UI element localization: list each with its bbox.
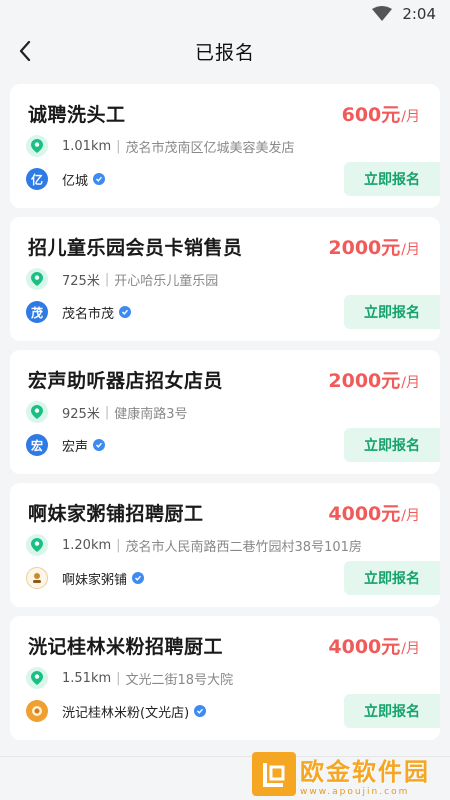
job-card[interactable]: 洸记桂林米粉招聘厨工 4000元/月 1.51km | 文光二街18号大院 洸记… [10, 616, 440, 740]
salary-amount: 600元 [341, 104, 401, 126]
watermark-url: www.apoujin.com [300, 786, 410, 797]
job-address: 文光二街18号大院 [125, 672, 234, 688]
company-logo [26, 567, 48, 589]
job-salary: 2000元/月 [328, 366, 420, 393]
job-address: 开心哈乐儿童乐园 [114, 273, 219, 289]
job-distance: 925米 [62, 406, 100, 422]
status-bar: 2:04 [0, 0, 450, 28]
job-list: 诚聘洗头工 600元/月 1.01km | 茂名市茂南区亿城美容美发店 亿 亿城… [10, 84, 440, 749]
header: 已报名 [0, 28, 450, 74]
job-salary: 600元/月 [342, 100, 420, 127]
job-address: 茂名市人民南路西二巷竹园村38号101房 [125, 539, 362, 555]
job-distance: 725米 [62, 273, 100, 289]
job-title: 宏声助听器店招女店员 [28, 370, 224, 392]
job-location: 1.51km | 文光二街18号大院 [26, 667, 233, 689]
apply-button[interactable]: 立即报名 [344, 561, 440, 595]
salary-unit: /月 [401, 375, 420, 391]
job-title: 啊妹家粥铺招聘厨工 [28, 503, 204, 525]
location-pin-icon [26, 401, 48, 423]
verified-check-icon [119, 306, 132, 318]
apply-button[interactable]: 立即报名 [344, 295, 440, 329]
job-location: 1.20km | 茂名市人民南路西二巷竹园村38号101房 [26, 534, 362, 556]
job-location: 925米 | 健康南路3号 [26, 401, 188, 423]
company-avatar: 亿 [26, 168, 48, 190]
job-location: 725米 | 开心哈乐儿童乐园 [26, 268, 218, 290]
separator: | [104, 404, 110, 420]
wifi-icon [372, 6, 393, 21]
job-salary: 4000元/月 [328, 632, 420, 659]
job-distance: 1.01km [62, 138, 112, 154]
job-company: 啊妹家粥铺 [26, 567, 145, 589]
verified-check-icon [93, 439, 106, 451]
company-name: 茂名市茂 [62, 306, 115, 322]
company-logo [26, 700, 48, 722]
job-card[interactable]: 招儿童乐园会员卡销售员 2000元/月 725米 | 开心哈乐儿童乐园 茂 茂名… [10, 217, 440, 341]
company-avatar: 茂 [26, 301, 48, 323]
job-title: 诚聘洗头工 [28, 104, 126, 126]
salary-unit: /月 [401, 508, 420, 524]
page-title: 已报名 [194, 41, 255, 64]
company-name: 宏声 [62, 439, 89, 455]
salary-amount: 4000元 [328, 503, 401, 525]
separator: | [116, 138, 121, 154]
back-button[interactable] [14, 38, 36, 64]
job-distance: 1.51km [62, 670, 112, 686]
job-address: 健康南路3号 [114, 406, 188, 422]
watermark-text: 欧金软件园 www.apoujin.com [300, 752, 430, 797]
job-company: 茂 茂名市茂 [26, 301, 132, 323]
apply-button[interactable]: 立即报名 [344, 162, 440, 196]
verified-check-icon [93, 173, 106, 185]
job-location: 1.01km | 茂名市茂南区亿城美容美发店 [26, 135, 295, 157]
job-salary: 4000元/月 [328, 499, 420, 526]
job-company: 洸记桂林米粉(文光店) [26, 700, 207, 722]
salary-amount: 2000元 [328, 370, 401, 392]
job-address: 茂名市茂南区亿城美容美发店 [125, 140, 295, 156]
salary-unit: /月 [401, 109, 420, 125]
location-pin-icon [26, 268, 48, 290]
job-title: 洸记桂林米粉招聘厨工 [28, 636, 224, 658]
watermark-logo-icon [252, 752, 296, 796]
job-card[interactable]: 啊妹家粥铺招聘厨工 4000元/月 1.20km | 茂名市人民南路西二巷竹园村… [10, 483, 440, 607]
job-card[interactable]: 诚聘洗头工 600元/月 1.01km | 茂名市茂南区亿城美容美发店 亿 亿城… [10, 84, 440, 208]
watermark: 欧金软件园 www.apoujin.com [252, 748, 450, 800]
job-salary: 2000元/月 [328, 233, 420, 260]
salary-amount: 2000元 [328, 237, 401, 259]
location-pin-icon [26, 534, 48, 556]
location-pin-icon [26, 135, 48, 157]
salary-amount: 4000元 [328, 636, 401, 658]
job-company: 亿 亿城 [26, 168, 106, 190]
verified-check-icon [194, 705, 207, 717]
company-name: 啊妹家粥铺 [62, 572, 128, 588]
separator: | [116, 670, 121, 686]
company-name: 洸记桂林米粉(文光店) [62, 705, 190, 721]
status-time: 2:04 [402, 5, 436, 23]
watermark-name: 欧金软件园 [300, 757, 430, 786]
separator: | [104, 271, 110, 287]
verified-check-icon [132, 572, 145, 584]
apply-button[interactable]: 立即报名 [344, 428, 440, 462]
salary-unit: /月 [401, 242, 420, 258]
salary-unit: /月 [401, 641, 420, 657]
job-title: 招儿童乐园会员卡销售员 [28, 237, 243, 259]
company-avatar: 宏 [26, 434, 48, 456]
chevron-left-icon [19, 41, 31, 61]
job-card[interactable]: 宏声助听器店招女店员 2000元/月 925米 | 健康南路3号 宏 宏声 立即… [10, 350, 440, 474]
job-distance: 1.20km [62, 537, 112, 553]
job-company: 宏 宏声 [26, 434, 106, 456]
location-pin-icon [26, 667, 48, 689]
company-name: 亿城 [62, 173, 89, 189]
separator: | [116, 537, 121, 553]
apply-button[interactable]: 立即报名 [344, 694, 440, 728]
